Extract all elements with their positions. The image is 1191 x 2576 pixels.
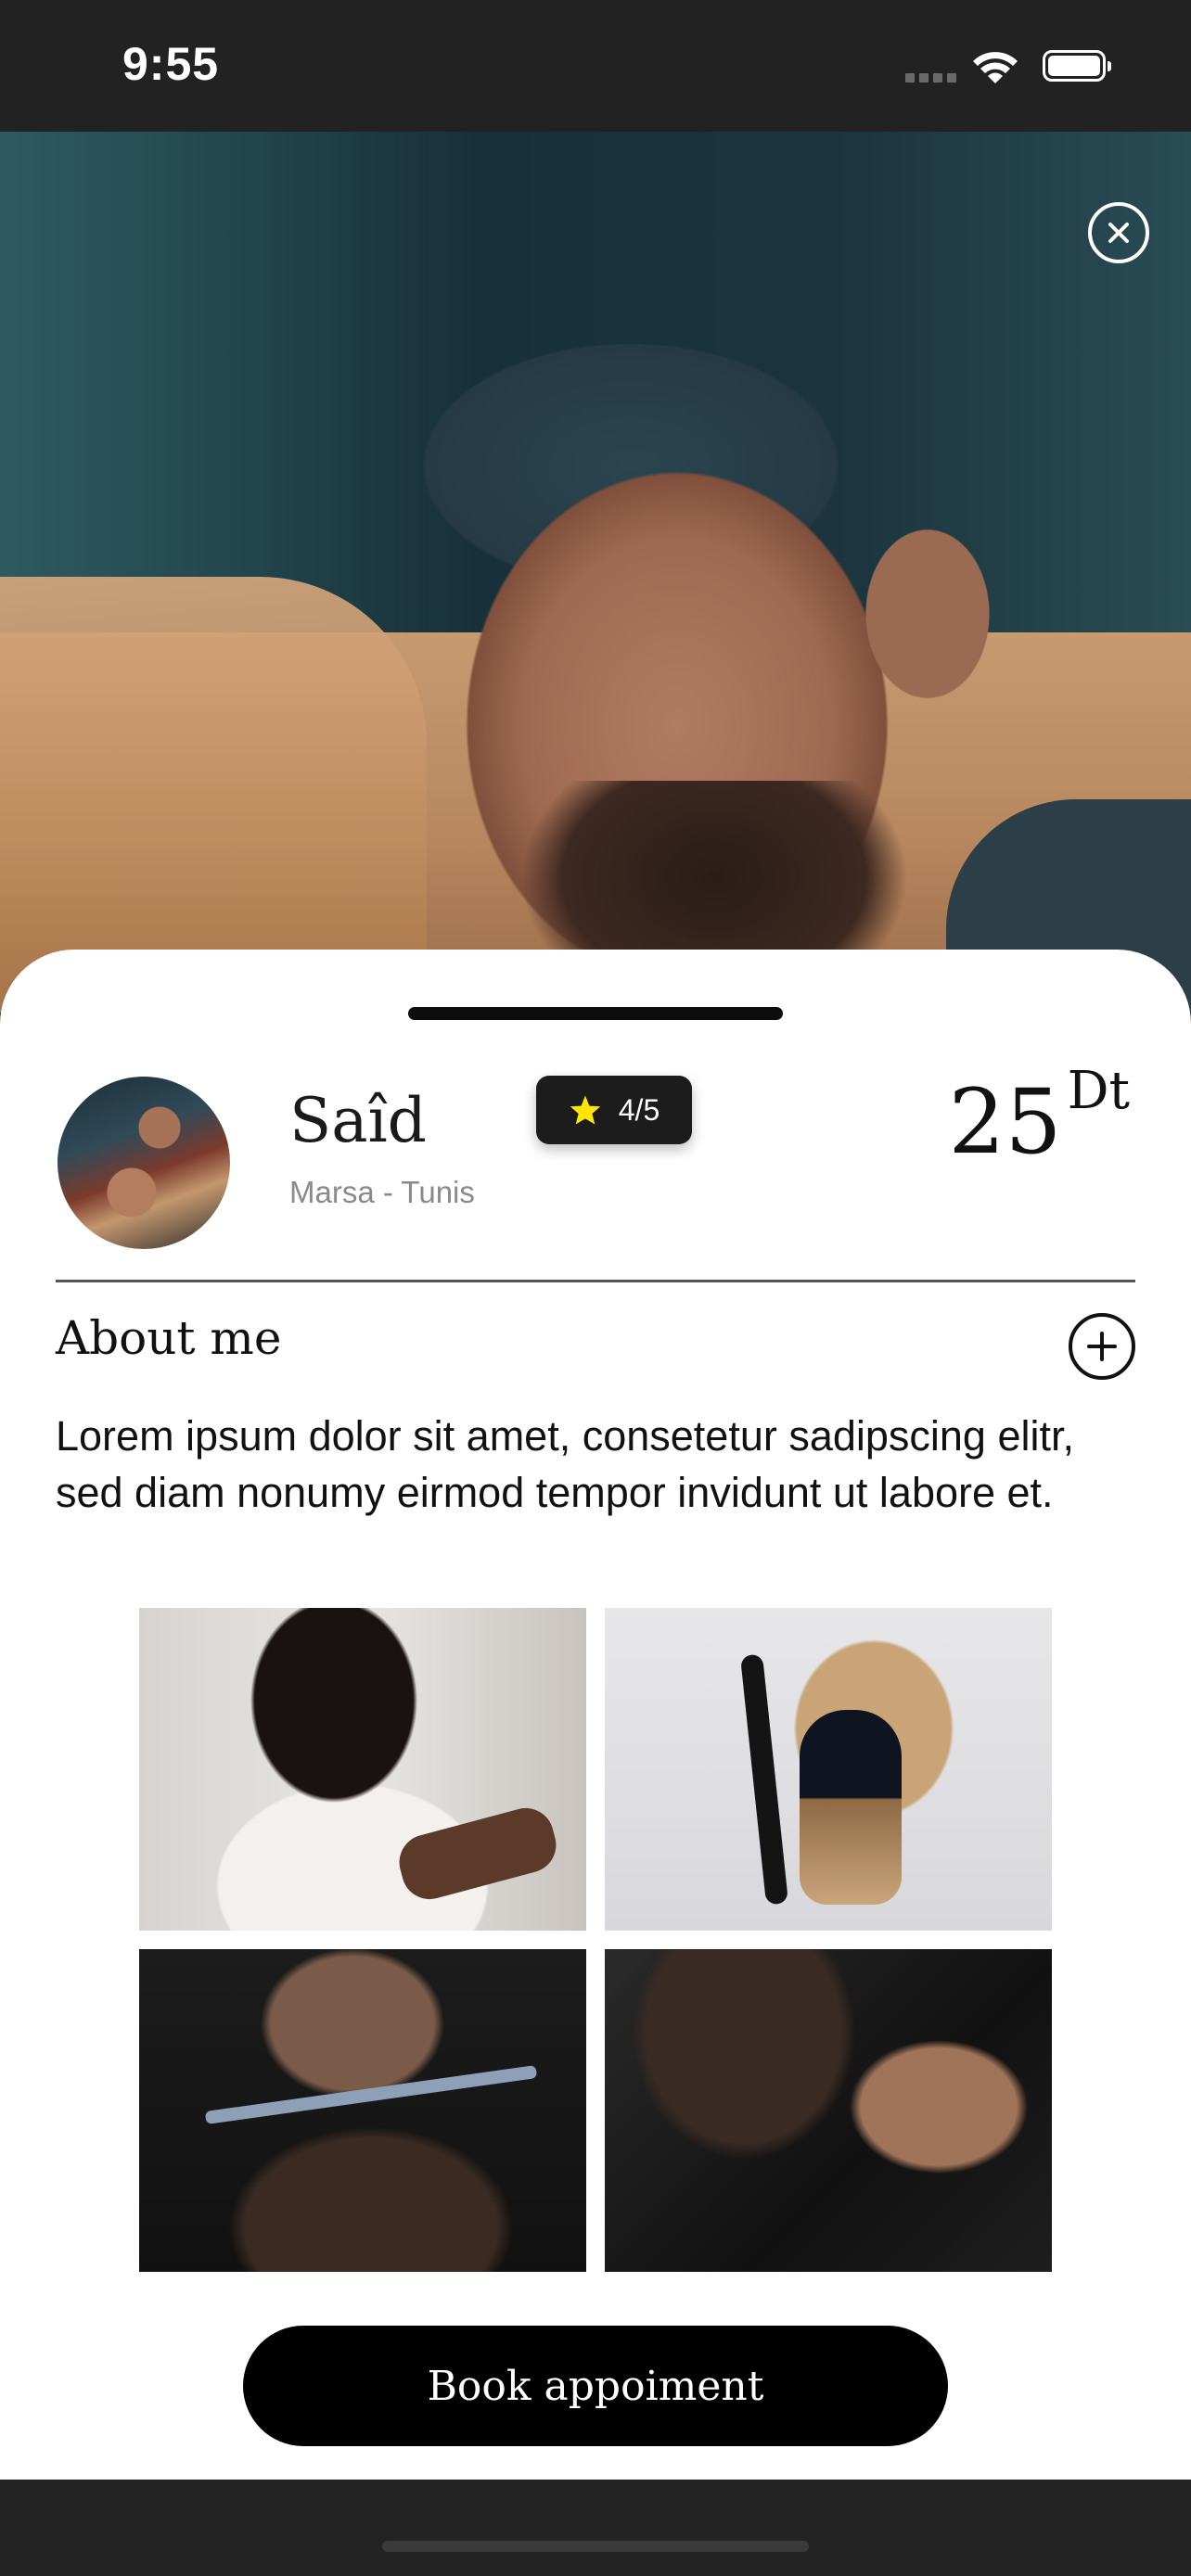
hero-chair-shape [0, 577, 427, 1013]
barber-hero-photo [0, 132, 1191, 1013]
gallery-photo-scissors[interactable] [139, 1949, 586, 2272]
avatar [58, 1077, 230, 1249]
about-text: Lorem ipsum dolor sit amet, consetetur s… [56, 1412, 1074, 1516]
rating-badge: 4/5 [536, 1076, 692, 1144]
price-currency: Dt [1067, 1061, 1130, 1121]
book-appointment-button[interactable]: Book appoiment [243, 2326, 948, 2446]
gallery-photo-clipper[interactable] [139, 1608, 586, 1931]
plus-circle-icon [1087, 1332, 1117, 1361]
about-title: About me [56, 1311, 282, 1365]
divider [56, 1280, 1135, 1282]
battery-icon [1043, 50, 1111, 82]
sheet-grabber[interactable] [408, 1007, 783, 1020]
barber-location: Marsa - Tunis [289, 1175, 475, 1209]
profile-sheet: Saîd Marsa - Tunis 4/5 25 Dt About me Lor… [0, 950, 1191, 2480]
wifi-icon [973, 52, 1018, 83]
price-amount: 25 [948, 1070, 1062, 1174]
home-indicator[interactable] [382, 2541, 809, 2552]
close-button[interactable] [1088, 202, 1149, 263]
status-time: 9:55 [122, 38, 220, 90]
expand-about-button[interactable] [1069, 1313, 1135, 1380]
price: 25 Dt [948, 1061, 1130, 1167]
gallery-photo-razor-brush[interactable] [605, 1608, 1052, 1931]
home-indicator-area [0, 2480, 1191, 2576]
rating-value: 4/5 [618, 1092, 660, 1127]
gallery-photo-styling[interactable] [605, 1949, 1052, 2272]
star-icon [570, 1095, 601, 1125]
signal-icon [905, 70, 961, 83]
photo-gallery [139, 1608, 1052, 2272]
close-icon [1108, 223, 1129, 243]
barber-name: Saîd [289, 1085, 427, 1156]
status-bar: 9:55 [0, 0, 1191, 132]
